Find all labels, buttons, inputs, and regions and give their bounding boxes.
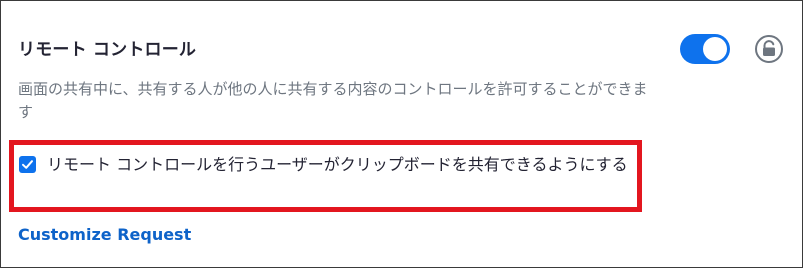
lock-icon[interactable]: [754, 34, 784, 64]
setting-description: 画面の共有中に、共有する人が他の人に共有する内容のコントロールを許可することがで…: [18, 80, 648, 121]
customize-request-link[interactable]: Customize Request: [18, 225, 191, 244]
remote-control-toggle[interactable]: [680, 34, 730, 64]
toggle-knob: [703, 37, 727, 61]
clipboard-share-label: リモート コントロールを行うユーザーがクリップボードを共有できるようにする: [47, 155, 628, 174]
checkmark-icon: [22, 160, 33, 169]
clipboard-share-checkbox[interactable]: [19, 156, 36, 173]
setting-title: リモート コントロール: [18, 40, 197, 60]
remote-control-setting-panel: リモート コントロール 画面の共有中に、共有する人が他の人に共有する内容のコント…: [0, 0, 803, 268]
